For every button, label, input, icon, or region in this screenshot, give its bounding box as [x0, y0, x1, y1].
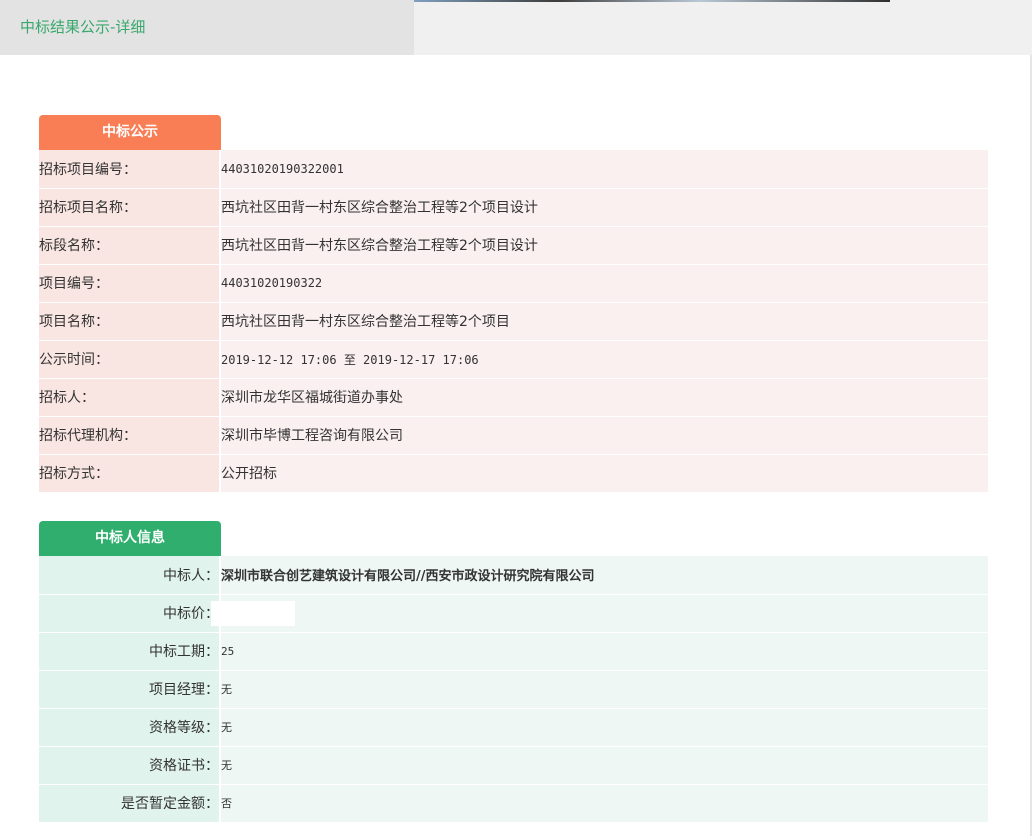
tenderer: 深圳市龙华区福城街道办事处: [220, 378, 988, 417]
page-title: 中标结果公示-详细: [20, 18, 146, 36]
tender-agency: 深圳市毕博工程咨询有限公司: [220, 416, 988, 455]
lot-name: 西坑社区田背一村东区综合整治工程等2个项目设计: [220, 226, 988, 265]
winning-bidder: 深圳市联合创艺建筑设计有限公司//西安市政设计研究院有限公司: [220, 556, 988, 595]
table-row: 标段名称： 西坑社区田背一村东区综合整治工程等2个项目设计: [39, 226, 988, 265]
table-row: 项目名称： 西坑社区田背一村东区综合整治工程等2个项目: [39, 302, 988, 341]
project-code: 44031020190322: [220, 264, 988, 303]
table-row: 中标价：: [39, 594, 988, 633]
banner-strip: [414, 0, 890, 2]
table-row: 公示时间： 2019-12-12 17:06 至 2019-12-17 17:0…: [39, 340, 988, 379]
row-label: 项目名称：: [39, 302, 221, 341]
row-label: 招标代理机构：: [39, 416, 221, 455]
row-label: 中标工期：: [39, 632, 221, 671]
tender-project-name: 西坑社区田背一村东区综合整治工程等2个项目设计: [220, 188, 988, 227]
qualification-grade: 无: [220, 708, 988, 747]
award-info-table: 招标项目编号： 44031020190322001 招标项目名称： 西坑社区田背…: [39, 150, 988, 493]
tender-method: 公开招标: [220, 454, 988, 493]
row-label: 资格等级：: [39, 708, 221, 747]
qualification-certificate: 无: [220, 746, 988, 785]
provisional-amount-flag: 否: [220, 784, 988, 823]
table-row: 招标项目编号： 44031020190322001: [39, 150, 988, 189]
winner-section-header: 中标人信息: [39, 521, 221, 556]
table-row: 招标代理机构： 深圳市毕博工程咨询有限公司: [39, 416, 988, 455]
project-name: 西坑社区田背一村东区综合整治工程等2个项目: [220, 302, 988, 341]
row-label: 项目编号：: [39, 264, 221, 303]
row-label: 是否暂定金额：: [39, 784, 221, 823]
table-row: 是否暂定金额： 否: [39, 784, 988, 823]
row-label: 中标价：: [39, 594, 221, 633]
page-title-tab[interactable]: 中标结果公示-详细: [0, 0, 414, 55]
award-section-header: 中标公示: [39, 115, 221, 150]
table-row: 招标方式： 公开招标: [39, 454, 988, 493]
row-label: 标段名称：: [39, 226, 221, 265]
row-label: 招标人：: [39, 378, 221, 417]
top-bar: 中标结果公示-详细: [0, 0, 1032, 55]
table-row: 招标项目名称： 西坑社区田背一村东区综合整治工程等2个项目设计: [39, 188, 988, 227]
row-label: 公示时间：: [39, 340, 221, 379]
row-label: 资格证书：: [39, 746, 221, 785]
row-label: 招标项目名称：: [39, 188, 221, 227]
table-row: 项目经理： 无: [39, 670, 988, 709]
publicity-period: 2019-12-12 17:06 至 2019-12-17 17:06: [220, 340, 988, 379]
row-label: 招标项目编号：: [39, 150, 221, 189]
project-manager: 无: [220, 670, 988, 709]
table-row: 中标人： 深圳市联合创艺建筑设计有限公司//西安市政设计研究院有限公司: [39, 556, 988, 595]
winning-price-cell: [211, 594, 988, 633]
row-label: 项目经理：: [39, 670, 221, 709]
row-label: 招标方式：: [39, 454, 221, 493]
winner-info-table: 中标人： 深圳市联合创艺建筑设计有限公司//西安市政设计研究院有限公司 中标价：…: [39, 556, 988, 823]
table-row: 资格证书： 无: [39, 746, 988, 785]
table-row: 项目编号： 44031020190322: [39, 264, 988, 303]
table-row: 招标人： 深圳市龙华区福城街道办事处: [39, 378, 988, 417]
redacted-price-block: [211, 600, 295, 626]
table-row: 中标工期： 25: [39, 632, 988, 671]
tender-project-code: 44031020190322001: [220, 150, 988, 189]
row-label: 中标人：: [39, 556, 221, 595]
construction-period: 25: [220, 632, 988, 671]
table-row: 资格等级： 无: [39, 708, 988, 747]
